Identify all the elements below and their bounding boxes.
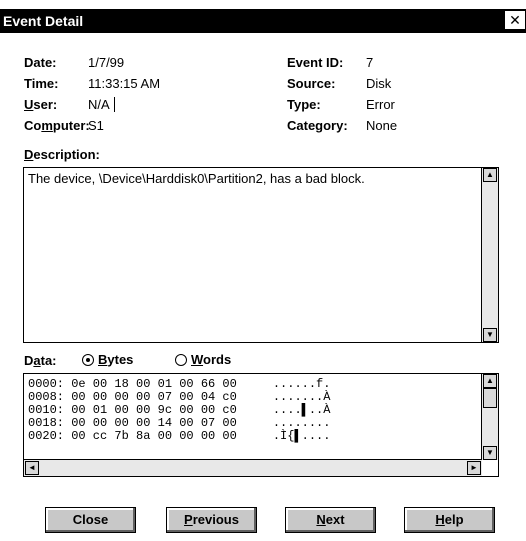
previous-text: revious [192, 512, 239, 527]
data-label-text: ta: [40, 353, 57, 368]
data-vertical-scrollbar[interactable]: ▲ ▼ [481, 374, 498, 460]
description-label-text: escription: [33, 147, 100, 162]
hex-line: 0020: 00 cc 7b 8a 00 00 00 00 .Ì{▌.... [28, 429, 331, 443]
help-mnemonic: H [435, 512, 445, 527]
words-radio[interactable] [175, 354, 187, 366]
computer-label: Computer: [24, 118, 90, 133]
bytes-label-text: ytes [107, 352, 134, 367]
description-textbox[interactable]: The device, \Device\Harddisk0\Partition2… [23, 167, 499, 343]
close-icon[interactable]: ✕ [504, 10, 526, 30]
hex-line: 0018: 00 00 00 00 14 00 07 00 ........ [28, 416, 331, 430]
scroll-down-icon[interactable]: ▼ [483, 446, 497, 460]
next-button[interactable]: Next [285, 507, 376, 533]
type-value: Error [366, 97, 395, 112]
source-label: Source: [287, 76, 336, 91]
hex-line: 0010: 00 01 00 00 9c 00 00 c0 ....▌..À [28, 403, 331, 417]
data-label-pre: D [24, 353, 34, 368]
window-title: Event Detail [3, 13, 84, 29]
user-label-text: ser: [33, 97, 58, 112]
date-value: 1/7/99 [88, 55, 125, 70]
description-label: Description: [24, 147, 100, 162]
time-value: 11:33:15 AM [88, 76, 161, 91]
event-detail-dialog: Event Detail ✕ Date: 1/7/99 Time: 11:33:… [0, 0, 526, 541]
date-label: Date: [24, 55, 57, 70]
time-label: Time: [24, 76, 59, 91]
scroll-thumb[interactable] [483, 388, 497, 408]
scroll-right-icon[interactable]: ► [467, 461, 481, 475]
previous-button[interactable]: Previous [166, 507, 257, 533]
title-bar[interactable]: Event Detail ✕ [0, 9, 526, 33]
words-label-text: ords [203, 352, 232, 367]
data-label: Data: [24, 353, 57, 368]
scroll-up-icon[interactable]: ▲ [483, 168, 497, 182]
data-horizontal-scrollbar[interactable]: ◄ ► [24, 459, 482, 476]
text-cursor [114, 97, 115, 112]
scroll-down-icon[interactable]: ▼ [483, 328, 497, 342]
computer-label-mnemonic: m [41, 118, 53, 133]
bytes-radio[interactable] [82, 354, 94, 366]
category-label: Category: [287, 118, 348, 133]
help-button[interactable]: Help [404, 507, 495, 533]
category-value: None [366, 118, 398, 133]
eventid-label: Event ID: [287, 55, 344, 70]
hex-line: 0000: 0e 00 18 00 01 00 66 00 ......f. [28, 377, 331, 391]
description-text: The device, \Device\Harddisk0\Partition2… [28, 171, 365, 186]
next-mnemonic: N [316, 512, 326, 527]
words-label-mnemonic: W [191, 352, 204, 367]
previous-mnemonic: P [184, 512, 193, 527]
description-label-mnemonic: D [24, 147, 34, 162]
bytes-label-mnemonic: B [98, 352, 108, 367]
eventid-value: 7 [366, 55, 374, 70]
scroll-left-icon[interactable]: ◄ [25, 461, 39, 475]
computer-label-pre: Co [24, 118, 42, 133]
description-vertical-scrollbar[interactable]: ▲ ▼ [481, 168, 498, 342]
source-value: Disk [366, 76, 392, 91]
user-label-mnemonic: U [24, 97, 34, 112]
next-text: ext [325, 512, 345, 527]
user-value: N/A [88, 97, 110, 112]
computer-label-text: puter: [52, 118, 90, 133]
user-label: User: [24, 97, 57, 112]
scroll-up-icon[interactable]: ▲ [483, 374, 497, 388]
data-label-mnemonic: a [33, 353, 41, 368]
help-text: elp [444, 512, 464, 527]
words-label[interactable]: Words [191, 352, 231, 367]
hex-line: 0008: 00 00 00 00 07 00 04 c0 .......À [28, 390, 331, 404]
bytes-label[interactable]: Bytes [98, 352, 133, 367]
close-button[interactable]: Close [45, 507, 136, 533]
data-hex-viewer[interactable]: 0000: 0e 00 18 00 01 00 66 00 ......f. 0… [23, 373, 499, 477]
computer-value: S1 [88, 118, 104, 133]
type-label: Type: [287, 97, 321, 112]
bytes-radio-dot [86, 358, 90, 362]
